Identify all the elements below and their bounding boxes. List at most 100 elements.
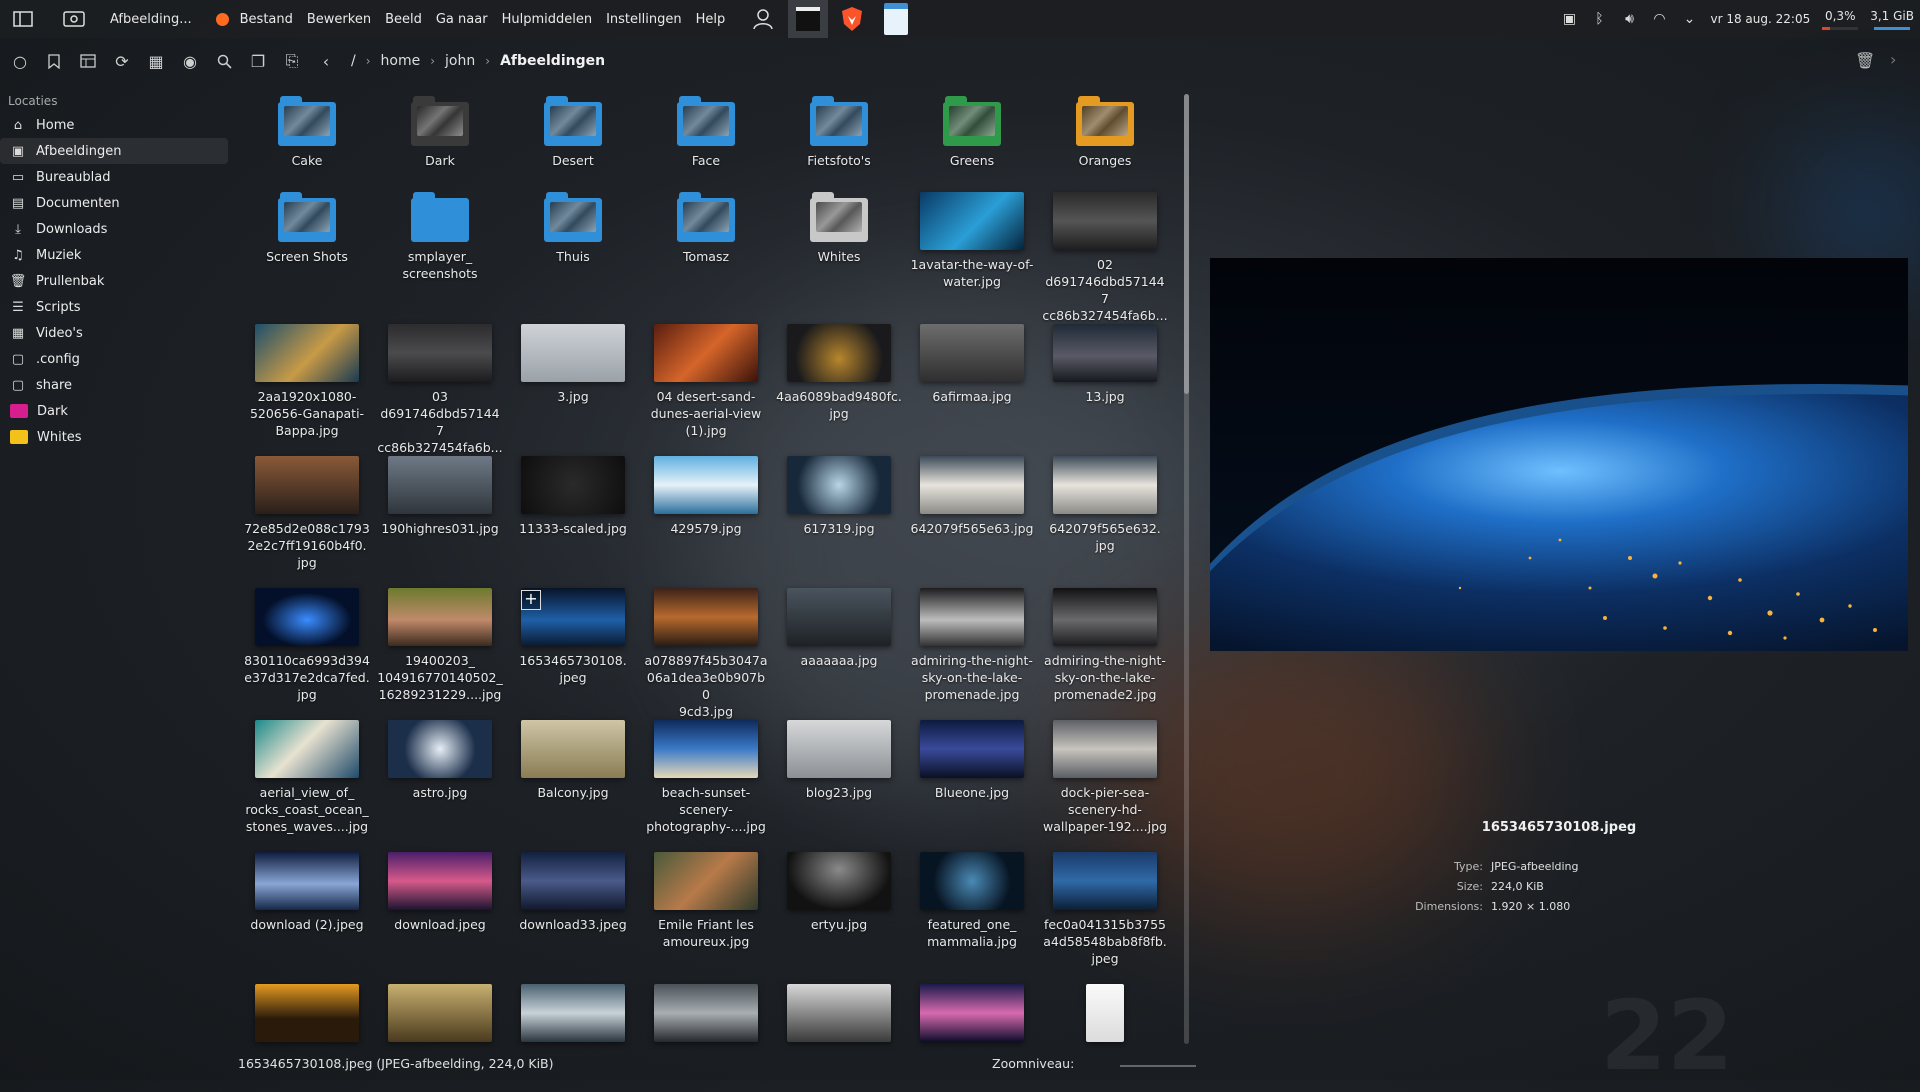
- menu-help[interactable]: Help: [689, 12, 733, 27]
- image-file-item[interactable]: 02 d691746dbd571447 cc86b327454fa6b...: [1039, 192, 1171, 324]
- image-file-item[interactable]: download (2).jpeg: [241, 852, 373, 933]
- back-arrow-icon[interactable]: ‹: [309, 46, 343, 76]
- folder-item[interactable]: Desert: [507, 96, 639, 169]
- image-file-item[interactable]: 429579.jpg: [640, 456, 772, 537]
- breadcrumb-current[interactable]: Afbeeldingen: [500, 53, 605, 69]
- image-file-item[interactable]: ertyu.jpg: [773, 852, 905, 933]
- image-file-item[interactable]: download.jpeg: [374, 852, 506, 933]
- brave-browser-icon[interactable]: [832, 0, 872, 38]
- user-icon[interactable]: [744, 0, 782, 38]
- image-file-item[interactable]: aaaaaaa.jpg: [773, 588, 905, 669]
- sidebar-item-afbeeldingen[interactable]: ▣Afbeeldingen: [0, 138, 228, 164]
- grid-scrollbar-thumb[interactable]: [1184, 94, 1189, 394]
- folder-item[interactable]: Face: [640, 96, 772, 169]
- memory-meter[interactable]: 3,1 GiB: [1870, 9, 1914, 30]
- sidebar-item-bureaublad[interactable]: ▭Bureaublad: [0, 164, 230, 190]
- copy-icon[interactable]: ❐: [241, 46, 275, 76]
- folder-item[interactable]: Screen Shots: [241, 192, 373, 265]
- forward-arrow-icon[interactable]: ›: [1890, 50, 1896, 69]
- folder-item[interactable]: Dark: [374, 96, 506, 169]
- image-file-item[interactable]: 3.jpg: [507, 324, 639, 405]
- zoom-slider[interactable]: [1120, 1065, 1196, 1067]
- thumbnail-view-icon[interactable]: ▦: [139, 46, 173, 76]
- image-file-item[interactable]: [374, 984, 506, 1042]
- folder-item[interactable]: smplayer_ screenshots: [374, 192, 506, 282]
- preview-eye-icon[interactable]: ◉: [173, 46, 207, 76]
- image-file-item[interactable]: fec0a041315b3755 a4d58548bab8f8fb. jpeg: [1039, 852, 1171, 967]
- folder-item[interactable]: Cake: [241, 96, 373, 169]
- terminal-task-icon[interactable]: [788, 0, 828, 38]
- sidebar-item-config[interactable]: ▢.config: [0, 346, 230, 372]
- cpu-meter[interactable]: 0,3%: [1822, 9, 1858, 30]
- volume-icon[interactable]: 🔊︎: [1621, 10, 1639, 28]
- folder-item[interactable]: Fietsfoto's: [773, 96, 905, 169]
- sidebar-item-muziek[interactable]: ♫Muziek: [0, 242, 230, 268]
- folder-item[interactable]: Tomasz: [640, 192, 772, 265]
- image-file-item[interactable]: Balcony.jpg: [507, 720, 639, 801]
- clipboard-icon[interactable]: ▣: [1561, 10, 1579, 28]
- clock[interactable]: vr 18 aug. 22:05: [1711, 12, 1811, 26]
- image-file-item[interactable]: Blueone.jpg: [906, 720, 1038, 801]
- image-file-item[interactable]: 2aa1920x1080- 520656-Ganapati- Bappa.jpg: [241, 324, 373, 439]
- image-file-item[interactable]: featured_one_ mammalia.jpg: [906, 852, 1038, 950]
- image-file-item[interactable]: blog23.jpg: [773, 720, 905, 801]
- menu-ga-naar[interactable]: Ga naar: [429, 12, 495, 27]
- app-launcher-icon[interactable]: [0, 0, 46, 38]
- folder-item[interactable]: Thuis: [507, 192, 639, 265]
- image-file-item[interactable]: 190highres031.jpg: [374, 456, 506, 537]
- breadcrumb-john[interactable]: john: [445, 53, 475, 69]
- image-file-item[interactable]: 642079f565e63.jpg: [906, 456, 1038, 537]
- image-file-item[interactable]: 642079f565e632. jpg: [1039, 456, 1171, 554]
- sidebar-item-dark[interactable]: Dark: [0, 398, 230, 424]
- breadcrumb-home[interactable]: home: [381, 53, 421, 69]
- menu-bestand[interactable]: Bestand: [233, 12, 300, 27]
- trash-icon[interactable]: 🗑︎: [1855, 51, 1875, 70]
- image-file-item[interactable]: beach-sunset- scenery- photography-....j…: [640, 720, 772, 835]
- image-file-item[interactable]: [640, 984, 772, 1042]
- sidebar-item-whites[interactable]: Whites: [0, 424, 230, 450]
- sidebar-item-home[interactable]: ⌂Home: [0, 112, 230, 138]
- menu-instellingen[interactable]: Instellingen: [599, 12, 689, 27]
- image-file-item[interactable]: [906, 984, 1038, 1042]
- image-file-item[interactable]: 1avatar-the-way-of- water.jpg: [906, 192, 1038, 290]
- folder-item[interactable]: Oranges: [1039, 96, 1171, 169]
- sidebar-item-prullenbak[interactable]: 🗑︎Prullenbak: [0, 268, 230, 294]
- app-title[interactable]: Afbeelding...: [102, 12, 206, 27]
- image-file-item[interactable]: 4aa6089bad9480fc. jpg: [773, 324, 905, 422]
- image-file-item[interactable]: 19400203_ 104916770140502_ 16289231229..…: [374, 588, 506, 703]
- image-file-item[interactable]: 72e85d2e088c1793 2e2c7ff19160b4f0. jpg: [241, 456, 373, 571]
- panel-toggle-icon[interactable]: [71, 46, 105, 76]
- sidebar-item-documenten[interactable]: ▤Documenten: [0, 190, 230, 216]
- bluetooth-icon[interactable]: ᛒ: [1591, 10, 1609, 28]
- image-file-item[interactable]: [773, 984, 905, 1042]
- folder-item[interactable]: Whites: [773, 192, 905, 265]
- image-file-item[interactable]: [241, 984, 373, 1042]
- image-file-item[interactable]: Emile Friant les amoureux.jpg: [640, 852, 772, 950]
- network-icon[interactable]: ◠: [1651, 10, 1669, 28]
- image-file-item[interactable]: admiring-the-night- sky-on-the-lake- pro…: [906, 588, 1038, 703]
- breadcrumb-root[interactable]: /: [351, 53, 356, 69]
- image-file-item[interactable]: [1039, 984, 1171, 1042]
- image-file-item[interactable]: [507, 984, 639, 1042]
- sidebar-item-share[interactable]: ▢share: [0, 372, 230, 398]
- sidebar-item-video-s[interactable]: ▦Video's: [0, 320, 230, 346]
- bookmark-icon[interactable]: [37, 46, 71, 76]
- image-file-item[interactable]: download33.jpeg: [507, 852, 639, 933]
- refresh-icon[interactable]: ⟳: [105, 46, 139, 76]
- image-file-item[interactable]: 13.jpg: [1039, 324, 1171, 405]
- sidebar-item-scripts[interactable]: ☰Scripts: [0, 294, 230, 320]
- chevron-down-icon[interactable]: ⌄: [1681, 10, 1699, 28]
- menu-beeld[interactable]: Beeld: [378, 12, 429, 27]
- sidebar-item-downloads[interactable]: ⤓Downloads: [0, 216, 230, 242]
- select-plus-icon[interactable]: +: [521, 590, 541, 610]
- image-file-item[interactable]: 830110ca6993d394 e37d317e2dca7fed. jpg: [241, 588, 373, 703]
- image-file-item[interactable]: 03 d691746dbd571447 cc86b327454fa6b...: [374, 324, 506, 456]
- new-window-icon[interactable]: ○: [3, 46, 37, 76]
- image-file-item[interactable]: a078897f45b3047a 06a1dea3e0b907b0 9cd3.j…: [640, 588, 772, 720]
- image-file-item[interactable]: 6afirmaa.jpg: [906, 324, 1038, 405]
- menu-hulpmiddelen[interactable]: Hulpmiddelen: [495, 12, 600, 27]
- window-icon[interactable]: [46, 0, 102, 38]
- calendar-app-icon[interactable]: [876, 0, 916, 38]
- image-file-item[interactable]: dock-pier-sea- scenery-hd- wallpaper-192…: [1039, 720, 1171, 835]
- folder-item[interactable]: Greens: [906, 96, 1038, 169]
